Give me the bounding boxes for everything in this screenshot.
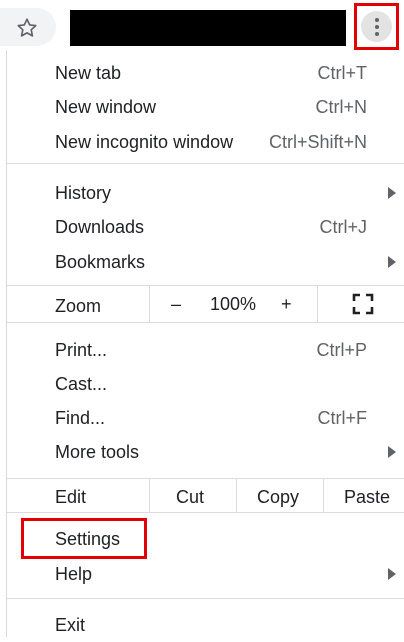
menu-item-label: New tab [55, 63, 122, 83]
menu-separator [7, 512, 404, 513]
paste-button[interactable]: Paste [344, 487, 390, 508]
zoom-divider [317, 286, 318, 322]
redacted-address-area [70, 10, 346, 46]
menu-dot [374, 25, 379, 29]
menu-item-label: Downloads [55, 217, 145, 237]
copy-button[interactable]: Copy [257, 487, 299, 508]
zoom-label: Zoom [55, 296, 102, 316]
menu-item-downloads[interactable]: Downloads Ctrl+J [7, 210, 404, 244]
menu-item-shortcut: Ctrl+N [315, 97, 367, 117]
menu-item-label: Help [55, 564, 93, 584]
fullscreen-icon[interactable] [352, 293, 374, 315]
menu-item-label: Bookmarks [55, 252, 146, 272]
edit-divider [236, 479, 237, 512]
zoom-divider [149, 286, 150, 322]
menu-item-shortcut: Ctrl+T [317, 63, 368, 83]
menu-separator [7, 285, 404, 286]
submenu-arrow-icon [388, 568, 396, 580]
bookmark-star-button[interactable] [0, 8, 56, 46]
edit-divider [323, 479, 324, 512]
menu-button-highlight[interactable] [354, 3, 399, 50]
browser-main-menu: New tab Ctrl+T New window Ctrl+N New inc… [6, 50, 404, 637]
menu-item-cast[interactable]: Cast... [7, 367, 404, 401]
menu-item-label: Print... [55, 340, 108, 360]
menu-item-help[interactable]: Help [7, 557, 404, 591]
zoom-level: 100% [210, 294, 257, 314]
menu-item-more-tools[interactable]: More tools [7, 435, 404, 469]
star-icon [17, 18, 37, 37]
menu-item-label: Exit [55, 615, 86, 635]
menu-item-label: More tools [55, 442, 140, 462]
menu-item-history[interactable]: History [7, 176, 404, 210]
menu-dot [374, 32, 379, 36]
menu-dot [374, 18, 379, 22]
submenu-arrow-icon [388, 187, 396, 199]
cut-button[interactable]: Cut [176, 487, 204, 508]
submenu-arrow-icon [388, 256, 396, 268]
menu-item-shortcut: Ctrl+Shift+N [268, 132, 367, 152]
menu-separator [7, 322, 404, 323]
menu-item-shortcut: Ctrl+F [317, 408, 368, 428]
menu-item-shortcut: Ctrl+J [319, 217, 367, 237]
menu-separator [7, 163, 404, 164]
zoom-in-button[interactable]: + [281, 294, 292, 315]
menu-item-new-tab[interactable]: New tab Ctrl+T [7, 56, 404, 90]
edit-label: Edit [55, 487, 87, 507]
menu-item-print[interactable]: Print... Ctrl+P [7, 333, 404, 367]
menu-item-label: New incognito window [55, 132, 234, 152]
menu-item-new-incognito-window[interactable]: New incognito window Ctrl+Shift+N [7, 125, 404, 159]
menu-item-label: New window [55, 97, 157, 117]
browser-toolbar [0, 0, 404, 50]
kebab-menu-icon[interactable] [361, 11, 392, 42]
zoom-out-button[interactable]: – [171, 294, 181, 315]
menu-separator [7, 478, 404, 479]
edit-divider [149, 479, 150, 512]
menu-item-find[interactable]: Find... Ctrl+F [7, 401, 404, 435]
settings-highlight-box [21, 518, 147, 559]
submenu-arrow-icon [388, 446, 396, 458]
menu-item-bookmarks[interactable]: Bookmarks [7, 245, 404, 279]
menu-item-shortcut: Ctrl+P [316, 340, 367, 360]
menu-item-label: Cast... [55, 374, 108, 394]
menu-item-new-window[interactable]: New window Ctrl+N [7, 90, 404, 124]
menu-item-label: History [55, 183, 112, 203]
menu-separator [7, 598, 404, 599]
menu-item-label: Find... [55, 408, 106, 428]
